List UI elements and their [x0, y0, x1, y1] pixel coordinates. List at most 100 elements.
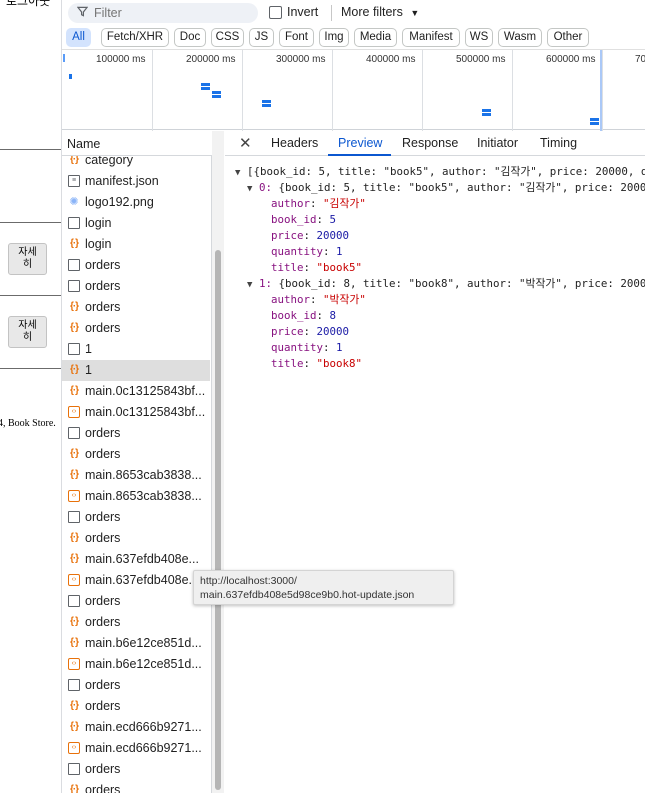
request-row[interactable]: ‹› main.b6e12ce851d...: [62, 654, 210, 675]
tab-initiator[interactable]: Initiator: [477, 136, 518, 150]
request-name: orders: [85, 783, 121, 793]
request-row[interactable]: {·} orders: [62, 612, 210, 633]
timeline-request-mark: [212, 95, 221, 98]
expand-triangle-icon[interactable]: ▼: [247, 277, 259, 293]
detail-button[interactable]: 자세 히: [8, 243, 47, 275]
request-row[interactable]: orders: [62, 759, 210, 780]
timeline-request-mark: [69, 74, 72, 79]
json-field: title: "book8": [271, 357, 363, 370]
request-row[interactable]: {·} main.8653cab3838...: [62, 465, 210, 486]
request-row[interactable]: {·} main.ecd666b9271...: [62, 717, 210, 738]
expand-triangle-icon[interactable]: ▼: [247, 181, 259, 197]
close-icon[interactable]: ✕: [239, 134, 252, 152]
request-row[interactable]: {·} orders: [62, 696, 210, 717]
request-row[interactable]: ✺ logo192.png: [62, 192, 210, 213]
type-filter-manifest[interactable]: Manifest: [402, 28, 460, 47]
type-filter-css[interactable]: CSS: [211, 28, 244, 47]
logout-link[interactable]: 로그아웃: [6, 0, 50, 9]
request-row[interactable]: orders: [62, 423, 210, 444]
request-name: orders: [85, 258, 121, 272]
tab-headers[interactable]: Headers: [271, 136, 318, 150]
request-row[interactable]: orders: [62, 591, 210, 612]
request-name: orders: [85, 615, 121, 629]
document-icon: [68, 595, 80, 607]
type-filter-ws[interactable]: WS: [465, 28, 493, 47]
request-row[interactable]: orders: [62, 276, 210, 297]
request-row[interactable]: {·} login: [62, 234, 210, 255]
type-filter-all[interactable]: All: [66, 28, 91, 47]
fetch-icon: {·}: [69, 700, 79, 711]
field-value: 5: [329, 213, 337, 226]
timeline-gridline: [512, 50, 513, 131]
item-summary: {book_id: 5, title: "book5", author: "김작…: [278, 181, 645, 194]
request-name: orders: [85, 762, 121, 776]
tab-timing[interactable]: Timing: [540, 136, 577, 150]
field-value: 8: [329, 309, 337, 322]
json-field: quantity: 1: [271, 341, 343, 354]
field-key: quantity: [271, 341, 324, 354]
request-row[interactable]: ‹› main.637efdb408e...: [62, 570, 210, 591]
request-row[interactable]: {·} 1: [62, 360, 210, 381]
field-value: "김작가": [323, 197, 366, 210]
invert-checkbox[interactable]: [269, 6, 282, 19]
filter-box[interactable]: [68, 3, 258, 23]
expand-triangle-icon[interactable]: ▼: [235, 165, 247, 181]
request-row[interactable]: ≡ manifest.json: [62, 171, 210, 192]
tab-response[interactable]: Response: [402, 136, 458, 150]
tab-preview[interactable]: Preview: [338, 136, 382, 150]
request-row[interactable]: {·} orders: [62, 528, 210, 549]
json-root-row[interactable]: ▼ [{book_id: 5, title: "book5", author: "…: [235, 164, 645, 180]
network-overview-timeline[interactable]: 100000 ms 200000 ms 300000 ms 400000 ms …: [62, 49, 645, 131]
timeline-request-mark: [482, 113, 491, 116]
type-filter-js[interactable]: JS: [249, 28, 274, 47]
request-row[interactable]: ‹› main.ecd666b9271...: [62, 738, 210, 759]
fetch-icon: {·}: [69, 448, 79, 459]
type-filter-doc[interactable]: Doc: [174, 28, 206, 47]
timeline-gridline: [152, 50, 153, 131]
request-row[interactable]: {·} category: [62, 156, 210, 171]
field-key: author: [271, 293, 311, 306]
type-filter-fetch-xhr[interactable]: Fetch/XHR: [101, 28, 169, 47]
request-row[interactable]: {·} main.637efdb408e...: [62, 549, 210, 570]
field-key: title: [271, 261, 304, 274]
request-row[interactable]: orders: [62, 255, 210, 276]
image-icon: ✺: [69, 196, 79, 208]
type-filter-media[interactable]: Media: [354, 28, 397, 47]
item-summary: {book_id: 8, title: "book8", author: "박작…: [278, 277, 645, 290]
json-array-item[interactable]: ▼ 1: {book_id: 8, title: "book8", author:…: [247, 276, 645, 292]
request-row[interactable]: {·} main.0c13125843bf...: [62, 381, 210, 402]
request-row[interactable]: {·} orders: [62, 318, 210, 339]
field-key: quantity: [271, 245, 324, 258]
request-row[interactable]: {·} main.b6e12ce851d...: [62, 633, 210, 654]
more-filters-dropdown[interactable]: More filters ▼: [341, 5, 419, 19]
request-row[interactable]: orders: [62, 675, 210, 696]
json-field: price: 20000: [271, 325, 350, 338]
json-array-item[interactable]: ▼ 0: {book_id: 5, title: "book5", author:…: [247, 180, 645, 196]
request-row[interactable]: ‹› main.8653cab3838...: [62, 486, 210, 507]
filter-input[interactable]: [94, 5, 244, 21]
timeline-request-mark: [590, 122, 599, 125]
item-index: 1:: [259, 277, 273, 290]
detail-button[interactable]: 자세 히: [8, 316, 47, 348]
request-list-scrollbar-thumb[interactable]: [215, 250, 221, 790]
request-row[interactable]: 1: [62, 339, 210, 360]
type-filter-wasm[interactable]: Wasm: [498, 28, 542, 47]
request-name: login: [85, 216, 112, 230]
request-row[interactable]: {·} orders: [62, 444, 210, 465]
request-row[interactable]: ‹› main.0c13125843bf...: [62, 402, 210, 423]
field-key: book_id: [271, 213, 317, 226]
type-filter-img[interactable]: Img: [319, 28, 349, 47]
document-icon: [68, 679, 80, 691]
fetch-icon: {·}: [69, 637, 79, 648]
item-index: 0:: [259, 181, 273, 194]
request-name: 1: [85, 342, 92, 356]
type-filter-font[interactable]: Font: [279, 28, 314, 47]
request-row[interactable]: login: [62, 213, 210, 234]
name-column-header[interactable]: Name: [62, 131, 212, 156]
request-row[interactable]: {·} orders: [62, 297, 210, 318]
request-row[interactable]: {·} orders: [62, 780, 210, 793]
request-row[interactable]: orders: [62, 507, 210, 528]
invert-label: Invert: [287, 5, 319, 19]
field-key: title: [271, 357, 304, 370]
type-filter-other[interactable]: Other: [547, 28, 589, 47]
